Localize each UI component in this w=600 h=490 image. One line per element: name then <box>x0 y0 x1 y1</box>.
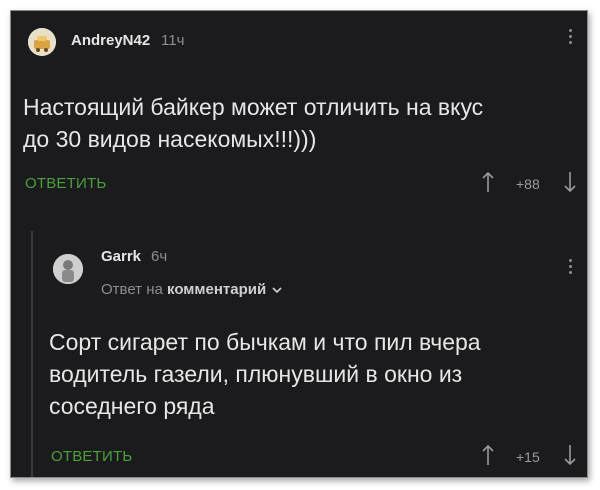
avatar-image-icon <box>28 28 56 56</box>
arrow-up-icon[interactable] <box>481 171 495 193</box>
comment-rating: +88 <box>516 176 540 192</box>
reply-text: Сорт сигарет по бычкам и что пил вчера в… <box>49 329 481 419</box>
more-vertical-icon[interactable] <box>569 259 573 277</box>
thread-line[interactable] <box>31 231 33 477</box>
reply-to-prefix: Ответ на <box>101 281 163 298</box>
comment-author[interactable]: AndreyN42 <box>71 32 150 49</box>
arrow-up-icon[interactable] <box>481 444 495 466</box>
avatar-image-icon <box>53 254 83 284</box>
reply-to-link[interactable]: Ответ на комментарий <box>101 281 282 298</box>
reply-to-target: комментарий <box>167 281 267 298</box>
avatar[interactable] <box>53 254 83 284</box>
reply-reply-button[interactable]: ОТВЕТИТЬ <box>51 448 132 465</box>
comment-time: 11ч <box>161 32 185 49</box>
comment-text: Настоящий байкер может отличить на вкус … <box>23 94 484 152</box>
avatar[interactable] <box>28 28 56 56</box>
comment-thread: AndreyN42 11ч Настоящий байкер может отл… <box>10 10 588 478</box>
more-vertical-icon[interactable] <box>569 29 573 47</box>
comment-reply-button[interactable]: ОТВЕТИТЬ <box>25 175 106 192</box>
arrow-down-icon[interactable] <box>563 171 577 193</box>
reply-author[interactable]: Garrk <box>101 248 141 265</box>
reply-rating: +15 <box>516 449 540 465</box>
chevron-down-icon <box>272 287 282 294</box>
reply-time: 6ч <box>151 248 168 265</box>
arrow-down-icon[interactable] <box>563 444 577 466</box>
